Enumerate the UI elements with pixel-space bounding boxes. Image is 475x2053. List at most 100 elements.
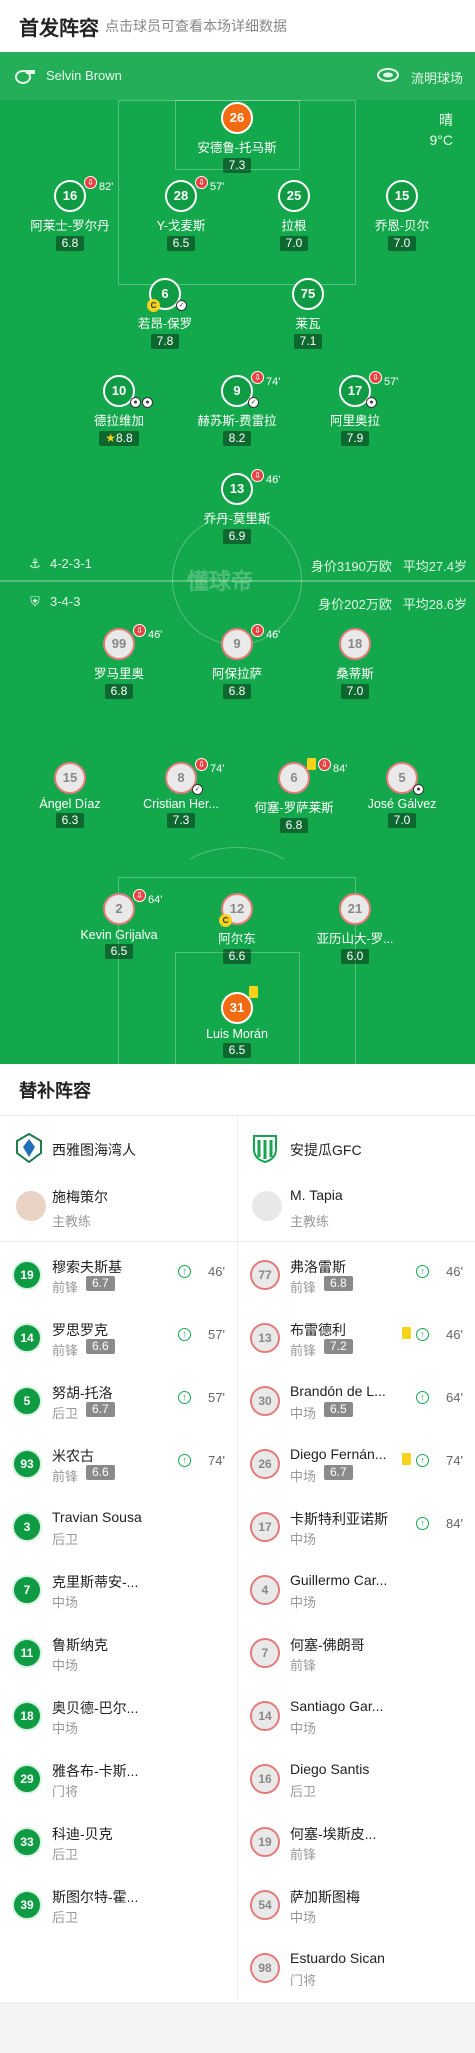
away-player[interactable]: 8 ⇩ 74' ✓ Cristian Her... 7.3 [126,758,236,829]
away-sub-row[interactable]: 13 布雷德利 前锋 7.2 ↑ 46' [238,1306,475,1369]
home-team-name[interactable]: 西雅图海湾人 [52,1140,136,1160]
player-number: 9 [233,383,241,398]
sub-name: 奥贝德-巴尔... [52,1700,139,1716]
sub-number: 14 [12,1323,42,1353]
sub-number: 19 [12,1260,42,1290]
home-player[interactable]: 10 ● ● 德拉维加 ★8.8 [64,375,174,447]
sub-minute: 74' [210,763,225,775]
home-player[interactable]: 13 ⇩ 46' 乔丹-莫里斯 6.9 [182,469,292,545]
home-player[interactable]: 25 拉根 7.0 [239,180,349,252]
home-sub-row[interactable]: 39 斯图尔特-霍... 后卫 [0,1873,237,1936]
yellow-card-icon [249,986,258,998]
sub-position: 中场 [290,1910,317,1925]
player-name: Luis Morán [206,1027,268,1041]
away-sub-row[interactable]: 77 弗洛雷斯 前锋 6.8 ↑ 46' [238,1243,475,1306]
away-sub-row[interactable]: 98 Estuardo Sican 门将 [238,1936,475,1999]
away-team-name[interactable]: 安提瓜GFC [290,1140,362,1160]
away-player[interactable]: 2 ⇩ 64' Kevin Grijalva 6.5 [64,889,174,960]
sub-name: 斯图尔特-霍... [52,1889,139,1905]
away-player[interactable]: 31 Luis Morán 6.5 [182,986,292,1059]
sub-minute: 46' [208,1264,225,1279]
home-player[interactable]: 17 ⇩ 57' ● 阿里奥拉 7.9 [300,371,410,447]
sub-name: Diego Santis [290,1761,370,1777]
away-sub-row[interactable]: 17 卡斯特利亚诺斯 中场 ↑ 84' [238,1495,475,1558]
home-player[interactable]: 9 ⇩ 74' ✓ 赫苏斯-费雷拉 8.2 [182,371,292,447]
sub-number: 93 [12,1449,42,1479]
away-player[interactable]: 12 C 阿尔东 6.6 [182,893,292,965]
sub-number: 3 [12,1512,42,1542]
home-player[interactable]: 6 C ✓ 若昂-保罗 7.8 [110,278,220,350]
home-player[interactable]: 28 ⇩ 57' Y-戈麦斯 6.5 [126,176,236,252]
home-player[interactable]: 75 莱瓦 7.1 [253,278,363,350]
sub-minute: 57' [208,1327,225,1342]
away-sub-row[interactable]: 54 萨加斯图梅 中场 [238,1873,475,1936]
home-player[interactable]: 15 乔恩-贝尔 7.0 [347,180,457,252]
player-number: 10 [111,383,127,398]
home-player[interactable]: 16 ⇩ 82' 阿莱士-罗尔丹 6.8 [15,176,125,252]
pitch: Selvin Brown 流明球场 晴 9°C 懂球帝 ⚓ 4-2-3-1 身价… [0,52,475,1064]
sub-position: 中场 [52,1658,79,1673]
sub-in-icon: ↑ [178,1328,191,1341]
home-sub-row[interactable]: 14 罗思罗克 前锋 6.6 ↑ 57' [0,1306,237,1369]
sub-name: Travian Sousa [52,1509,142,1525]
sub-minute: 64' [148,894,163,906]
away-player[interactable]: 9 ⇩ 46' 阿保拉萨 6.8 [182,624,292,700]
sub-name: 穆索夫斯基 [52,1259,122,1275]
away-sub-row[interactable]: 26 Diego Fernán... 中场 6.7 ↑ 74' [238,1432,475,1495]
away-sub-row[interactable]: 7 何塞-佛朗哥 前锋 [238,1621,475,1684]
player-name: 阿莱士-罗尔丹 [30,219,110,233]
home-coach-name[interactable]: 施梅策尔 [52,1187,108,1207]
lineup-title: 首发阵容 [19,18,99,40]
away-sub-row[interactable]: 4 Guillermo Car... 中场 [238,1558,475,1621]
away-coach-name[interactable]: M. Tapia [290,1187,343,1203]
sub-position: 前锋 [52,1343,79,1358]
player-number: 31 [229,1000,245,1015]
player-number: 12 [229,901,245,916]
away-player[interactable]: 21 亚历山大-罗... 6.0 [300,893,410,965]
sub-number: 13 [250,1323,280,1353]
player-rating: 6.9 [222,529,252,544]
away-sub-row[interactable]: 16 Diego Santis 后卫 [238,1747,475,1810]
home-sub-row[interactable]: 93 米农古 前锋 6.6 ↑ 74' [0,1432,237,1495]
player-number: 13 [229,481,245,496]
player-number: 21 [339,893,371,925]
home-sub-row[interactable]: 33 科迪-贝克 后卫 [0,1810,237,1873]
home-sub-row[interactable]: 11 鲁斯纳克 中场 [0,1621,237,1684]
referee-name: Selvin Brown [46,68,122,83]
sub-name: Brandón de L... [290,1383,386,1399]
player-rating: 6.5 [222,1043,252,1058]
sub-position: 中场 [290,1532,317,1547]
sub-out-icon: ⇩ [318,758,331,771]
player-number: 15 [54,762,86,794]
sub-position: 后卫 [52,1910,79,1925]
away-player[interactable]: 99 ⇩ 46' 罗马里奥 6.8 [64,624,174,700]
home-sub-row[interactable]: 29 雅各布-卡斯... 门将 [0,1747,237,1810]
away-team-value: 身价202万欧 [318,597,392,612]
sub-name: 何塞-佛朗哥 [290,1637,365,1653]
sub-name: 布雷德利 [290,1322,346,1338]
away-player[interactable]: 6 ⇩ 84' 何塞-罗萨莱斯 6.8 [239,758,349,834]
player-name: 莱瓦 [295,317,321,331]
home-sub-row[interactable]: 19 穆索夫斯基 前锋 6.7 ↑ 46' [0,1243,237,1306]
away-formation-row: ⛨ 3-4-3 身价202万欧 平均28.6岁 [0,592,475,612]
home-sub-row[interactable]: 3 Travian Sousa 后卫 [0,1495,237,1558]
away-sub-row[interactable]: 30 Brandón de L... 中场 6.5 ↑ 64' [238,1369,475,1432]
player-name: Kevin Grijalva [80,928,158,942]
away-sub-row[interactable]: 14 Santiago Gar... 中场 [238,1684,475,1747]
player-name: 德拉维加 [93,414,144,428]
away-player[interactable]: 5 ● José Gálvez 7.0 [347,762,457,829]
sub-name: 努胡-托洛 [52,1385,113,1401]
player-rating: 6.6 [222,949,252,964]
home-sub-row[interactable]: 5 努胡-托洛 后卫 6.7 ↑ 57' [0,1369,237,1432]
away-player[interactable]: 15 Ángel Díaz 6.3 [15,762,125,829]
sub-position: 门将 [52,1784,79,1799]
home-player[interactable]: 26 安德鲁-托马斯 7.3 [182,102,292,174]
home-sub-row[interactable]: 18 奥贝德-巴尔... 中场 [0,1684,237,1747]
home-sub-row[interactable]: 7 克里斯蒂安-... 中场 [0,1558,237,1621]
away-player[interactable]: 18 桑蒂斯 7.0 [300,628,410,700]
sub-name: Guillermo Car... [290,1572,388,1588]
sub-in-icon: ↑ [416,1454,429,1467]
player-rating: 7.0 [387,236,417,251]
away-sub-row[interactable]: 19 何塞-埃斯皮... 前锋 [238,1810,475,1873]
sub-number: 17 [250,1512,280,1542]
